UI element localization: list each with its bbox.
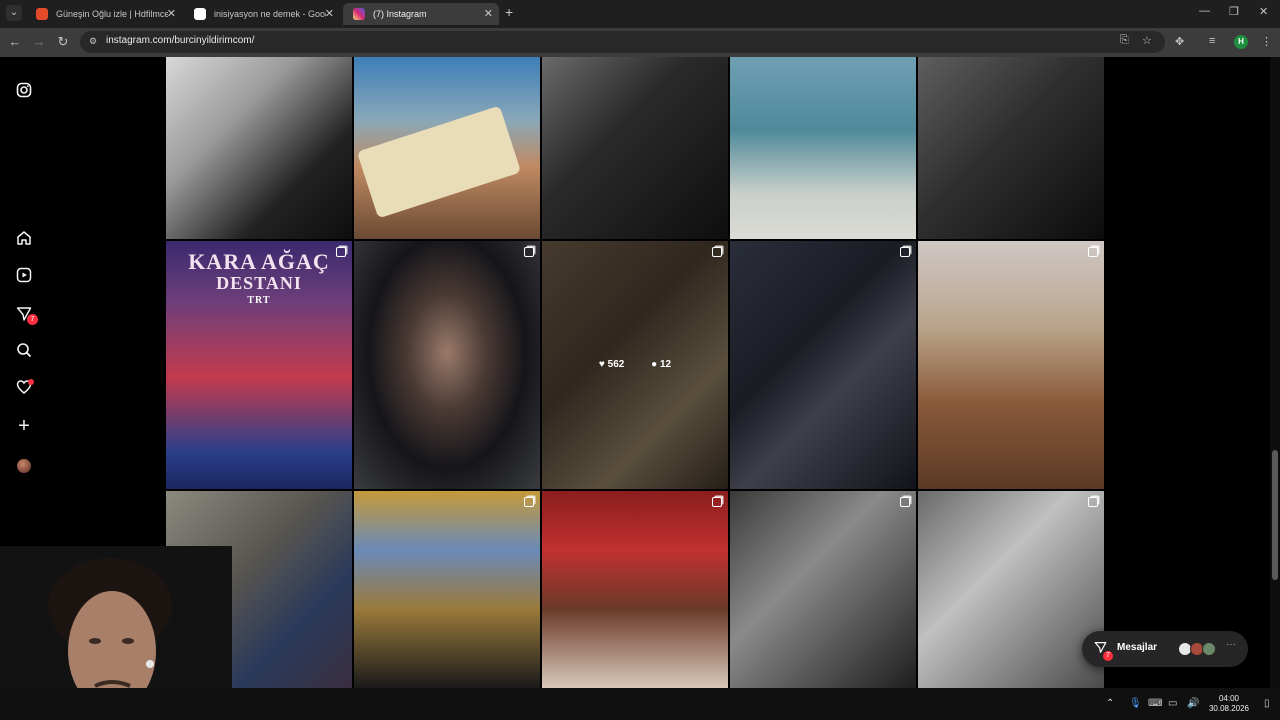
clock-date: 30.08.2026 bbox=[1208, 704, 1250, 713]
tray-chevron-up-icon[interactable]: ⌃ bbox=[1106, 698, 1114, 709]
forward-icon[interactable]: → bbox=[31, 34, 47, 49]
carousel-icon bbox=[524, 247, 534, 257]
tab-close-icon[interactable]: ✕ bbox=[325, 3, 334, 25]
search-icon[interactable] bbox=[14, 342, 34, 362]
address-url[interactable]: instagram.com/burcinyildirimcom/ bbox=[106, 35, 254, 46]
google-favicon-icon bbox=[194, 8, 206, 20]
reading-list-icon[interactable]: ≡ bbox=[1209, 35, 1215, 47]
scrollbar-thumb[interactable] bbox=[1272, 450, 1278, 580]
messages-pill-badge: 7 bbox=[1103, 651, 1113, 661]
carousel-icon bbox=[712, 247, 722, 257]
heart-icon: ♥ bbox=[598, 359, 605, 370]
install-app-icon[interactable]: ⎘ bbox=[1120, 34, 1129, 47]
volume-icon[interactable]: 🔊 bbox=[1187, 698, 1199, 709]
messages-pill-label: Mesajlar bbox=[1117, 642, 1158, 653]
microphone-icon[interactable]: 🎙 bbox=[1129, 698, 1142, 709]
post-tile[interactable] bbox=[918, 491, 1104, 688]
os-taskbar: ⌃ 🎙 ⌨ ▭ 🔊 04:00 30.08.2026 ▯ bbox=[0, 688, 1280, 720]
display-icon[interactable]: ▭ bbox=[1168, 698, 1177, 709]
site-info-icon[interactable]: ⚙ bbox=[89, 36, 101, 48]
poster-title-line1: KARA AĞAÇ bbox=[188, 249, 330, 274]
tab-title: Güneşin Oğlu izle | Hdfilmcehennemi bbox=[56, 9, 168, 19]
comments-stat: ● 12 bbox=[651, 359, 671, 370]
likes-stat: ♥ 562 bbox=[599, 359, 624, 370]
tab-close-icon[interactable]: ✕ bbox=[484, 3, 493, 25]
messages-icon[interactable]: 7 bbox=[14, 306, 38, 326]
instagram-logo-icon[interactable] bbox=[14, 82, 34, 102]
minimize-icon[interactable]: — bbox=[1199, 5, 1210, 17]
comment-bubble-icon: ● bbox=[651, 359, 658, 370]
post-tile[interactable] bbox=[166, 57, 352, 239]
keyboard-icon[interactable]: ⌨ bbox=[1148, 698, 1162, 709]
comments-count: 12 bbox=[659, 359, 672, 370]
tab-instagram[interactable]: (7) Instagram ✕ bbox=[343, 3, 499, 25]
carousel-icon bbox=[1088, 247, 1098, 257]
back-icon[interactable]: ← bbox=[7, 34, 23, 49]
tab-title: (7) Instagram bbox=[373, 9, 427, 19]
post-tile[interactable] bbox=[542, 491, 728, 688]
post-tile[interactable] bbox=[730, 57, 916, 239]
tab-google-search[interactable]: inisiyasyon ne demek - Google Search ✕ bbox=[184, 3, 340, 25]
bookmark-star-icon[interactable]: ☆ bbox=[1142, 34, 1152, 47]
post-tile[interactable] bbox=[918, 57, 1104, 239]
address-bar[interactable]: ⚙ instagram.com/burcinyildirimcom/ ⎘ ☆ bbox=[80, 31, 1165, 53]
messages-badge: 7 bbox=[27, 314, 38, 325]
hdfilm-favicon-icon bbox=[36, 8, 48, 20]
carousel-icon bbox=[712, 497, 722, 507]
browser-tab-strip: ⌄ Güneşin Oğlu izle | Hdfilmcehennemi ✕ … bbox=[0, 0, 1280, 28]
poster-channel: TRT bbox=[247, 295, 271, 306]
tab-close-icon[interactable]: ✕ bbox=[167, 3, 176, 25]
post-tile[interactable] bbox=[730, 491, 916, 688]
page-scrollbar[interactable] bbox=[1270, 57, 1280, 688]
book-shape bbox=[356, 105, 522, 219]
post-tile-kara-agac-destani[interactable]: KARA AĞAÇ DESTANI TRT bbox=[166, 241, 352, 489]
browser-toolbar: ← → ↻ ⚙ instagram.com/burcinyildirimcom/… bbox=[0, 28, 1280, 57]
create-plus-icon[interactable]: + bbox=[14, 416, 34, 436]
carousel-icon bbox=[524, 497, 534, 507]
reload-icon[interactable]: ↻ bbox=[55, 34, 71, 50]
post-stats: ♥ 562 ● 12 bbox=[542, 359, 728, 370]
more-icon: ··· bbox=[1226, 639, 1236, 650]
tab-title: inisiyasyon ne demek - Google Search bbox=[214, 9, 326, 19]
carousel-icon bbox=[336, 247, 346, 257]
tab-guneslin-oglu[interactable]: Güneşin Oğlu izle | Hdfilmcehennemi ✕ bbox=[26, 3, 182, 25]
likes-count: 562 bbox=[607, 359, 625, 370]
chat-avatar bbox=[1202, 642, 1216, 656]
post-tile[interactable] bbox=[918, 241, 1104, 489]
profile-avatar-icon[interactable] bbox=[17, 459, 31, 473]
notifications-heart-icon[interactable] bbox=[14, 379, 34, 399]
post-tile[interactable] bbox=[354, 241, 540, 489]
messages-pill[interactable]: 7 Mesajlar ··· bbox=[1082, 631, 1248, 667]
carousel-icon bbox=[900, 247, 910, 257]
profile-avatar[interactable]: H bbox=[1234, 35, 1248, 49]
extensions-icon[interactable]: ✥ bbox=[1175, 35, 1184, 48]
carousel-icon bbox=[1088, 497, 1098, 507]
post-tile[interactable] bbox=[730, 241, 916, 489]
browser-menu-icon[interactable]: ⋮ bbox=[1261, 35, 1272, 48]
notification-dot bbox=[28, 379, 34, 385]
close-window-icon[interactable]: ✕ bbox=[1259, 5, 1268, 18]
instagram-favicon-icon bbox=[353, 8, 365, 20]
post-tile[interactable] bbox=[354, 57, 540, 239]
notifications-tray-icon[interactable]: ▯ bbox=[1264, 698, 1270, 709]
new-tab-icon[interactable]: + bbox=[505, 4, 513, 20]
restore-icon[interactable]: ❐ bbox=[1229, 5, 1239, 18]
poster-title-line2: DESTANI bbox=[216, 273, 302, 293]
taskbar-clock[interactable]: 04:00 30.08.2026 bbox=[1204, 694, 1254, 714]
clock-time: 04:00 bbox=[1218, 694, 1240, 703]
post-tile[interactable] bbox=[542, 57, 728, 239]
home-icon[interactable] bbox=[14, 230, 34, 250]
post-tile[interactable] bbox=[354, 491, 540, 688]
reels-icon[interactable] bbox=[14, 267, 34, 287]
post-tile-hovered[interactable]: ♥ 562 ● 12 bbox=[542, 241, 728, 489]
tab-search-icon[interactable]: ⌄ bbox=[6, 5, 22, 21]
carousel-icon bbox=[900, 497, 910, 507]
